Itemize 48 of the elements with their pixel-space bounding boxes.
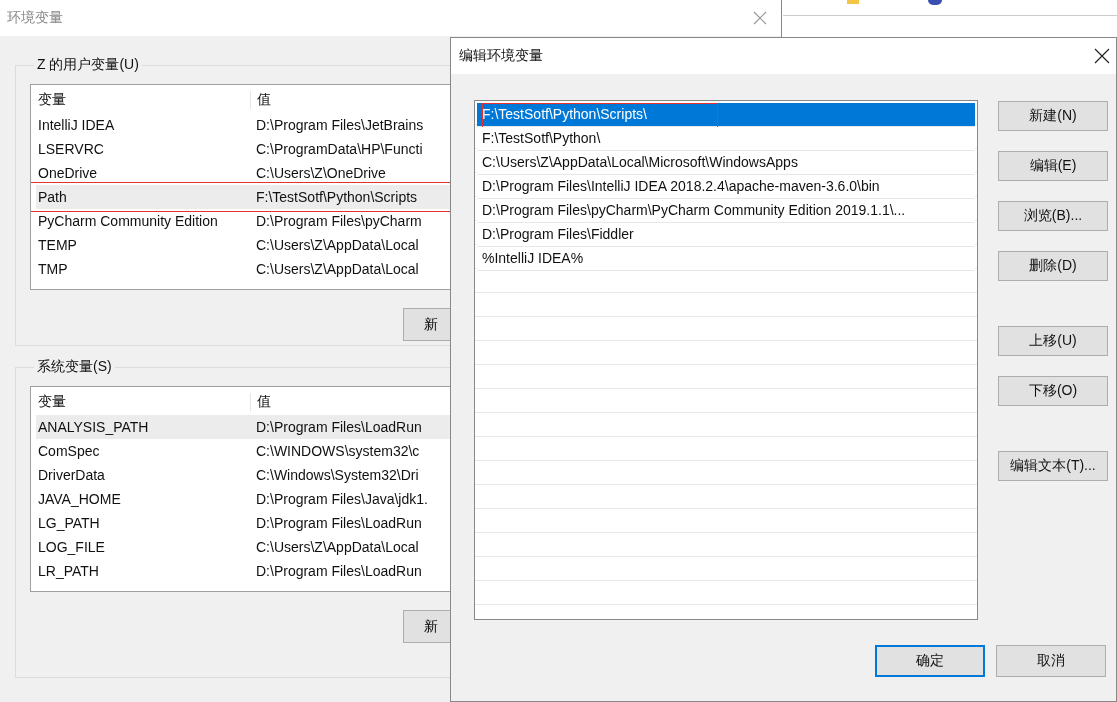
action-button[interactable]: 下移(O) bbox=[998, 376, 1108, 406]
column-header[interactable]: 变量 bbox=[36, 91, 251, 109]
variable-name: DriverData bbox=[37, 467, 106, 483]
variable-value: F:\TestSotf\Python\Scripts bbox=[255, 189, 418, 205]
column-header[interactable]: 变量 bbox=[36, 393, 251, 411]
dialog-title: 编辑环境变量 bbox=[459, 47, 543, 65]
group-label: 系统变量(S) bbox=[36, 358, 113, 376]
path-item[interactable]: F:\TestSotf\Python\ bbox=[477, 127, 975, 151]
variable-value: C:\ProgramData\HP\Functi bbox=[255, 141, 423, 157]
variable-name: LG_PATH bbox=[37, 515, 101, 531]
variable-name: ANALYSIS_PATH bbox=[37, 419, 150, 435]
window-title: 环境变量 bbox=[7, 9, 63, 27]
group-label: Z 的用户变量(U) bbox=[36, 56, 140, 74]
variable-value: D:\Program Files\pyCharm bbox=[255, 213, 422, 229]
variable-value: C:\Windows\System32\Dri bbox=[255, 467, 419, 483]
variable-value: C:\WINDOWS\system32\c bbox=[255, 443, 420, 459]
variable-name: IntelliJ IDEA bbox=[37, 117, 116, 133]
action-button[interactable]: 编辑文本(T)... bbox=[998, 451, 1108, 481]
path-item[interactable]: F:\TestSotf\Python\Scripts\ bbox=[477, 103, 975, 127]
variable-value: C:\Users\Z\AppData\Local bbox=[255, 539, 419, 555]
variable-name: TEMP bbox=[37, 237, 78, 253]
variable-value: D:\Program Files\JetBrains bbox=[255, 117, 424, 133]
action-button[interactable]: 编辑(E) bbox=[998, 151, 1108, 181]
variable-name: PyCharm Community Edition bbox=[37, 213, 219, 229]
action-button[interactable]: 上移(U) bbox=[998, 326, 1108, 356]
variable-name: TMP bbox=[37, 261, 69, 277]
close-icon[interactable] bbox=[1094, 48, 1110, 64]
action-button[interactable]: 删除(D) bbox=[998, 251, 1108, 281]
variable-value: C:\Users\Z\AppData\Local bbox=[255, 237, 419, 253]
variable-value: D:\Program Files\LoadRun bbox=[255, 419, 422, 435]
variable-name: JAVA_HOME bbox=[37, 491, 122, 507]
variable-name: LSERVRC bbox=[37, 141, 105, 157]
variable-value: C:\Users\Z\AppData\Local bbox=[255, 261, 419, 277]
variable-name: OneDrive bbox=[37, 165, 99, 181]
variable-value: D:\Program Files\Java\jdk1. bbox=[255, 491, 428, 507]
variable-value: D:\Program Files\LoadRun bbox=[255, 515, 422, 531]
variable-value: D:\Program Files\LoadRun bbox=[255, 563, 422, 579]
variable-name: LR_PATH bbox=[37, 563, 100, 579]
action-button[interactable]: 新建(N) bbox=[998, 101, 1108, 131]
column-header[interactable]: 值 bbox=[251, 393, 271, 411]
column-header[interactable]: 值 bbox=[251, 91, 271, 109]
action-button[interactable]: 浏览(B)... bbox=[998, 201, 1108, 231]
variable-name: ComSpec bbox=[37, 443, 101, 459]
variable-value: C:\Users\Z\OneDrive bbox=[255, 165, 386, 181]
cancel-button[interactable]: 取消 bbox=[996, 645, 1106, 677]
ok-button[interactable]: 确定 bbox=[875, 645, 985, 677]
variable-name: LOG_FILE bbox=[37, 539, 106, 555]
variable-name: Path bbox=[37, 189, 68, 205]
